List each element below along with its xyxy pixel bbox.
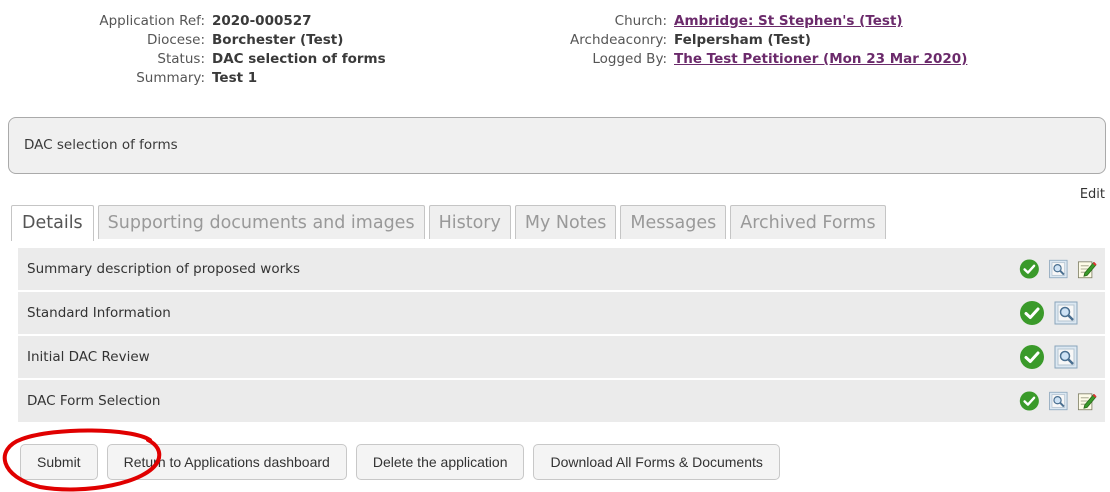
info-row-logged-by: Logged By: The Test Petitioner (Mon 23 M… <box>420 50 967 69</box>
view-icon[interactable] <box>1048 388 1069 414</box>
forms-list: Summary description of proposed works St… <box>18 248 1105 424</box>
info-label: Church: <box>614 13 667 29</box>
tab-supporting-documents[interactable]: Supporting documents and images <box>97 205 425 239</box>
form-actions <box>1015 300 1105 326</box>
form-row-dac-form-selection: DAC Form Selection <box>18 380 1105 424</box>
form-actions <box>1015 388 1105 414</box>
application-info-right: Church: Ambridge: St Stephen's (Test) Ar… <box>420 12 967 69</box>
check-icon <box>1020 345 1044 369</box>
check-icon <box>1019 391 1039 411</box>
edit-icon[interactable] <box>1076 388 1097 414</box>
tab-history[interactable]: History <box>428 205 511 239</box>
check-icon <box>1020 301 1044 325</box>
return-to-dashboard-button[interactable]: Return to Applications dashboard <box>106 444 347 480</box>
view-icon[interactable] <box>1053 344 1079 370</box>
info-row-status: Status: DAC selection of forms <box>0 50 386 69</box>
info-label: Application Ref: <box>99 13 205 29</box>
submit-button[interactable]: Submit <box>20 444 98 480</box>
info-row-ref: Application Ref: 2020-000527 <box>0 12 386 31</box>
action-button-bar: Submit Return to Applications dashboard … <box>20 444 789 480</box>
info-label: Logged By: <box>592 51 667 67</box>
edit-icon[interactable] <box>1076 256 1097 282</box>
tab-bar: Details Supporting documents and images … <box>11 205 890 241</box>
download-all-button[interactable]: Download All Forms & Documents <box>533 444 780 480</box>
tab-messages[interactable]: Messages <box>620 205 727 239</box>
form-actions <box>1015 344 1105 370</box>
info-label: Diocese: <box>146 32 205 48</box>
tab-my-notes[interactable]: My Notes <box>514 205 617 239</box>
view-icon[interactable] <box>1048 256 1069 282</box>
info-row-archdeaconry: Archdeaconry: Felpersham (Test) <box>420 31 967 50</box>
form-row-summary-description: Summary description of proposed works <box>18 248 1105 292</box>
view-icon[interactable] <box>1053 300 1079 326</box>
info-label: Summary: <box>136 70 205 86</box>
form-row-initial-dac-review: Initial DAC Review <box>18 336 1105 380</box>
info-value-ref: 2020-000527 <box>212 13 312 29</box>
tab-archived-forms[interactable]: Archived Forms <box>730 205 886 239</box>
info-row-summary: Summary: Test 1 <box>0 69 386 88</box>
info-row-diocese: Diocese: Borchester (Test) <box>0 31 386 50</box>
info-label: Archdeaconry: <box>570 32 667 48</box>
form-name: DAC Form Selection <box>27 393 161 409</box>
status-box: DAC selection of forms <box>8 117 1106 174</box>
form-row-standard-information: Standard Information <box>18 292 1105 336</box>
info-value-status: DAC selection of forms <box>212 51 386 67</box>
form-name: Initial DAC Review <box>27 349 150 365</box>
check-icon <box>1019 259 1039 279</box>
info-value-summary: Test 1 <box>212 70 258 86</box>
form-actions <box>1015 256 1105 282</box>
status-box-text: DAC selection of forms <box>24 137 178 153</box>
info-row-church: Church: Ambridge: St Stephen's (Test) <box>420 12 967 31</box>
form-name: Standard Information <box>27 305 171 321</box>
delete-application-button[interactable]: Delete the application <box>355 444 525 480</box>
edit-link[interactable]: Edit <box>1080 187 1105 202</box>
info-value-diocese: Borchester (Test) <box>212 32 344 48</box>
form-name: Summary description of proposed works <box>27 261 300 277</box>
info-value-archdeaconry: Felpersham (Test) <box>674 32 811 48</box>
logged-by-link[interactable]: The Test Petitioner (Mon 23 Mar 2020) <box>674 50 967 69</box>
application-info-left: Application Ref: 2020-000527 Diocese: Bo… <box>0 12 386 88</box>
church-link[interactable]: Ambridge: St Stephen's (Test) <box>674 12 903 31</box>
info-label: Status: <box>157 51 205 67</box>
tab-details[interactable]: Details <box>11 205 94 241</box>
